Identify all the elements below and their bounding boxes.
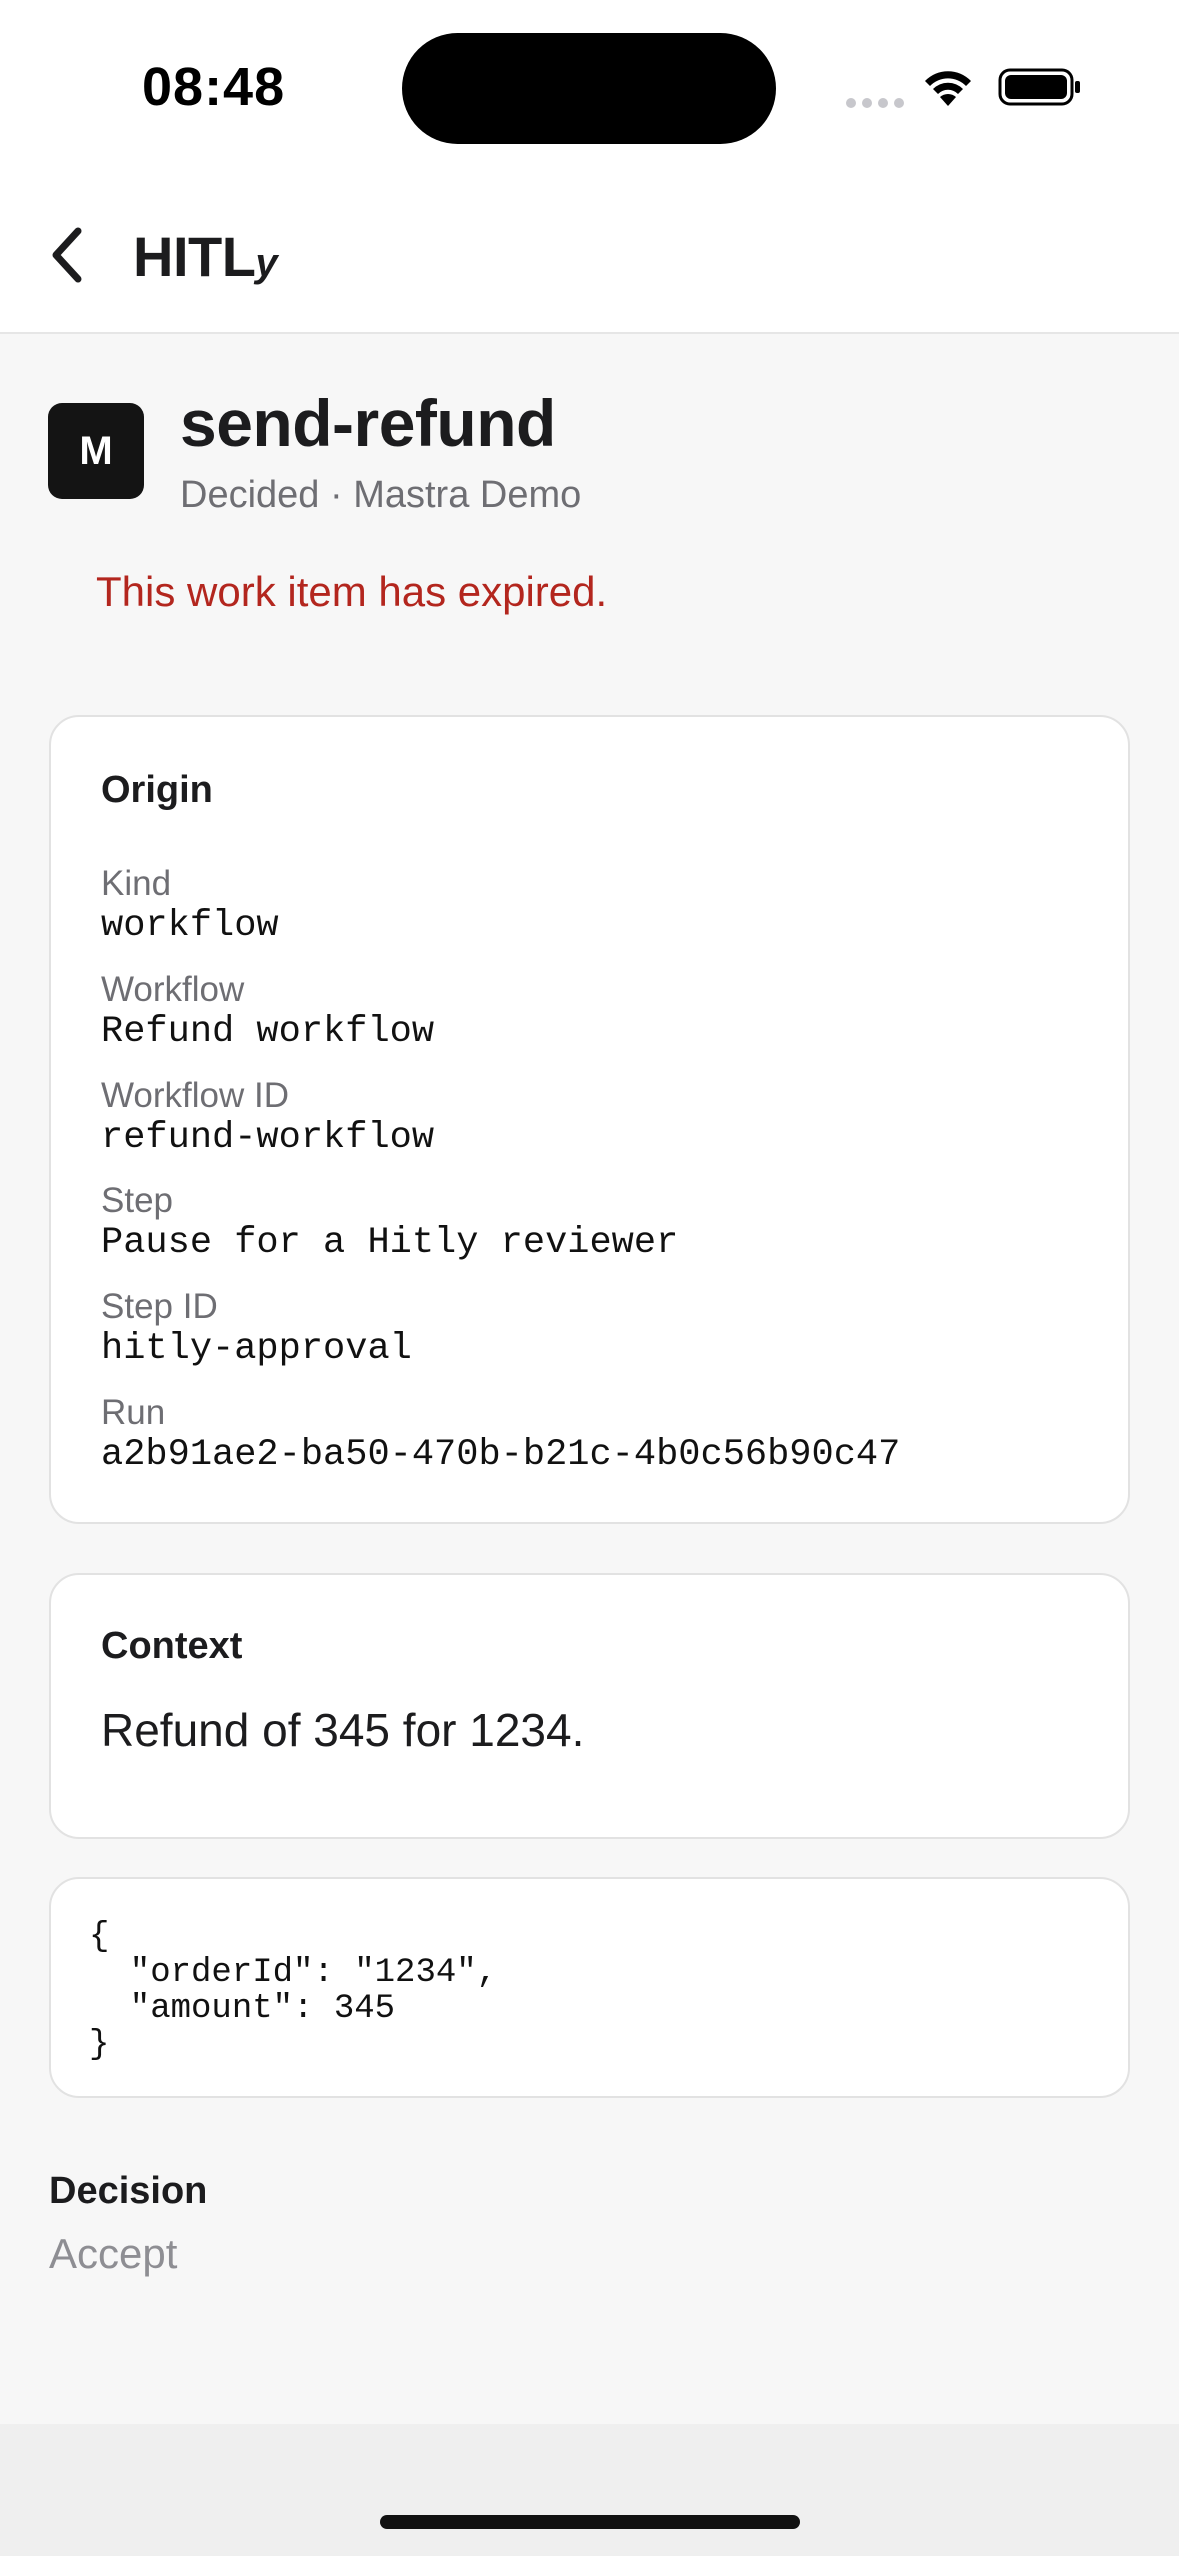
brand-suffix: y	[255, 241, 278, 285]
context-text: Refund of 345 for 1234.	[101, 1704, 585, 1756]
field-value-step: Pause for a Hitly reviewer	[101, 1222, 679, 1264]
status-bar: 08:48	[0, 0, 1179, 176]
field-value-kind: workflow	[101, 905, 279, 947]
item-subtitle: Decided · Mastra Demo	[180, 474, 582, 516]
payload-card: { "orderId": "1234", "amount": 345 }	[49, 1877, 1130, 2098]
expired-notice: This work item has expired.	[96, 568, 608, 615]
back-button[interactable]	[36, 220, 96, 290]
battery-icon	[998, 68, 1080, 106]
field-label-workflow-id: Workflow ID	[101, 1076, 289, 1115]
field-value-workflow-id: refund-workflow	[101, 1117, 435, 1159]
avatar: M	[48, 403, 144, 499]
payload-json: { "orderId": "1234", "amount": 345 }	[89, 1918, 498, 2064]
field-value-run: a2b91ae2-ba50-470b-b21c-4b0c56b90c47	[101, 1434, 901, 1476]
field-value-workflow: Refund workflow	[101, 1011, 435, 1053]
field-label-step: Step	[101, 1181, 173, 1220]
app-header: HITLy	[0, 176, 1179, 334]
chevron-left-icon	[52, 227, 82, 283]
origin-heading: Origin	[101, 769, 213, 811]
field-value-step-id: hitly-approval	[101, 1328, 412, 1370]
decision-label: Decision	[49, 2170, 208, 2212]
field-label-step-id: Step ID	[101, 1287, 218, 1326]
origin-card: Origin Kind workflow Workflow Refund wor…	[49, 715, 1130, 1524]
wifi-icon	[925, 71, 971, 106]
dynamic-island	[402, 33, 776, 144]
decision-value: Accept	[49, 2230, 178, 2277]
status-time: 08:48	[142, 57, 286, 117]
page-title: send-refund	[180, 386, 556, 460]
context-card: Context Refund of 345 for 1234.	[49, 1573, 1130, 1839]
brand-main: HITL	[133, 225, 256, 288]
field-label-workflow: Workflow	[101, 970, 245, 1009]
cellular-signal-icon	[846, 98, 904, 108]
field-label-kind: Kind	[101, 864, 172, 903]
field-label-run: Run	[101, 1393, 166, 1432]
home-indicator[interactable]	[380, 2515, 800, 2529]
brand-logo: HITLy	[133, 224, 278, 289]
bottom-safe-area	[0, 2424, 1179, 2556]
context-heading: Context	[101, 1625, 243, 1667]
